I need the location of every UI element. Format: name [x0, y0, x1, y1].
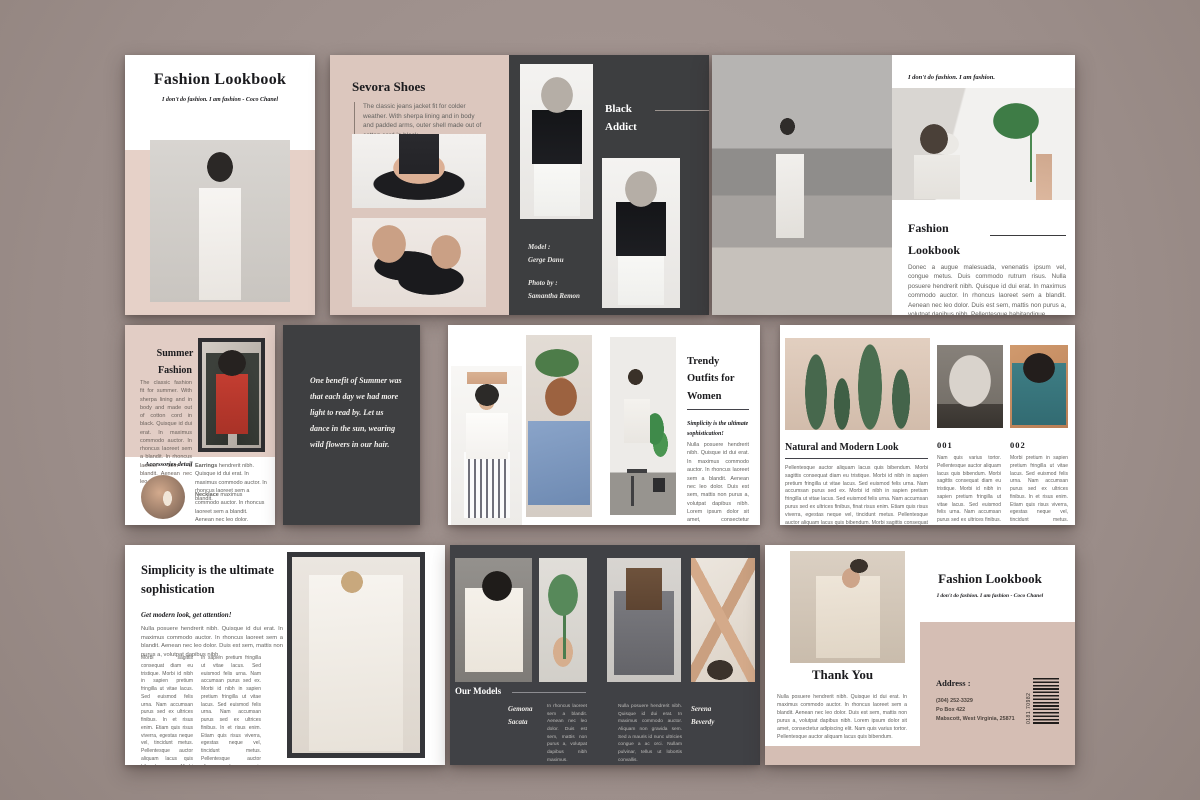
page-9-our-models: Our Models Gemona Sacata In rhoncus laor… — [450, 545, 760, 765]
lookbook-template-board: Fashion Lookbook I don't do fashion. I a… — [0, 0, 1200, 800]
necklace-note: Necklace maximus commodo auctor. In rhon… — [195, 491, 267, 524]
backcover-subtitle: I don't do fashion. I am fashion - Coco … — [910, 593, 1070, 599]
thankyou-title: Thank You — [775, 667, 910, 683]
shoe-tying-photo — [352, 134, 486, 208]
cover-subtitle: I don't do fashion. I am fashion - Coco … — [125, 97, 315, 103]
cover-model-photo — [150, 140, 290, 302]
article-subtitle: Get modern look, get attention! — [141, 611, 231, 619]
barcode-icon — [1033, 678, 1059, 724]
page-4-summer-fashion: Summer Fashion The classic fashion fit f… — [125, 325, 275, 525]
earrings-lead: Earrings — [195, 463, 217, 469]
page-2-sevora-shoes: Sevora Shoes The classic jeans jacket fi… — [330, 55, 709, 315]
summer-model-photo — [198, 338, 265, 452]
article-title: Simplicity is the ultimate sophisticatio… — [141, 561, 291, 600]
summer-body: The classic fashion fit for summer. With… — [140, 379, 192, 486]
model1-body: In rhoncus laoreet sem a blandit. Aenean… — [547, 703, 587, 764]
sevora-title: Sevora Shoes — [352, 79, 425, 95]
col-002-body: Morbi pretium in sapien pretium fringill… — [1010, 455, 1068, 525]
black-addict-photo-2 — [602, 158, 680, 308]
page-1-cover: Fashion Lookbook I don't do fashion. I a… — [125, 55, 315, 315]
spread-body: Donec a augue malesuada, venenatis ipsum… — [908, 263, 1066, 315]
black-addict-rule — [655, 110, 709, 111]
model-photo-1 — [455, 558, 532, 682]
our-models-title: Our Models — [455, 686, 501, 696]
model-name: Gerge Danu — [528, 254, 564, 267]
leaf-and-model-photo — [892, 88, 1075, 200]
beach-model-photo — [712, 55, 892, 315]
address-box: Po Box 422 — [936, 706, 1015, 715]
page-7-natural-modern: Natural and Modern Look Pellentesque auc… — [780, 325, 1075, 525]
accessories-title: Accessories detail — [145, 461, 192, 468]
article-col2: In sapien pretium fringilla ut vitae lac… — [201, 655, 261, 765]
spread-title-rule — [990, 235, 1066, 236]
model2-name: Serena Beverdy — [691, 703, 727, 728]
col-001-body: Nam quis varius tortor. Pellentesque auc… — [937, 455, 1001, 525]
stool-plant-photo — [610, 337, 676, 515]
summer-quote: One benefit of Summer was that each day … — [310, 373, 404, 453]
cactus-photo — [785, 338, 930, 430]
trendy-title: Trendy Outfits for Women — [687, 353, 751, 405]
address-title: Address : — [936, 678, 971, 688]
natural-title-rule — [785, 458, 928, 459]
spread-title: Fashion Lookbook — [908, 218, 978, 261]
backcover-title: Fashion Lookbook — [910, 571, 1070, 587]
white-robe-photo — [287, 552, 425, 758]
article-col1: Morbi sagittis consequat diam eu tristiq… — [141, 655, 193, 765]
hooded-model-photo — [937, 345, 1003, 428]
page-5-quote: One benefit of Summer was that each day … — [283, 325, 420, 525]
thankyou-body: Nulla posuere hendrerit nibh. Quisque id… — [777, 693, 907, 741]
spread-tagline: I don't do fashion. I am fashion. — [908, 74, 995, 81]
natural-title: Natural and Modern Look — [785, 442, 899, 453]
photographer-label: Photo by : — [528, 277, 580, 290]
black-addict-panel: Black Addict Model : Gerge Danu Photo by… — [509, 55, 709, 315]
address-phone: (304) 252-3329 — [936, 697, 1015, 706]
model1-name: Gemona Sacata — [508, 703, 542, 728]
model-photo-2 — [607, 558, 681, 682]
our-models-rule — [512, 692, 586, 693]
trendy-title-rule — [687, 409, 749, 410]
page-10-thank-you: Fashion Lookbook I don't do fashion. I a… — [765, 545, 1075, 765]
looking-up-photo — [790, 551, 905, 663]
bottom-beige-strip — [765, 746, 920, 765]
black-addict-photo-1 — [520, 64, 593, 219]
col-002-title: 002 — [1010, 440, 1026, 450]
model2-body: Nulla posuere hendrerit nibh. Quisque id… — [618, 703, 682, 764]
address-lines: (304) 252-3329 Po Box 422 Mabscott, West… — [936, 697, 1015, 725]
page-6-trendy-outfits: Trendy Outfits for Women Simplicity is t… — [448, 325, 760, 525]
eucalyptus-photo — [539, 558, 587, 682]
striped-pants-photo — [451, 366, 522, 525]
necklace-lead: Necklace — [195, 492, 219, 498]
black-addict-title: Black Addict — [605, 101, 665, 136]
address-city: Mabscott, West Virginia, 25871 — [936, 715, 1015, 724]
blue-sweater-photo — [526, 335, 592, 517]
photographer-credit: Photo by : Samantha Remon — [528, 277, 580, 304]
earring-detail-photo — [141, 475, 185, 519]
col-001-title: 001 — [937, 440, 953, 450]
cover-title: Fashion Lookbook — [125, 71, 315, 89]
natural-body: Pellentesque auctor aliquam lacus quis b… — [785, 465, 928, 525]
shoe-pair-photo — [352, 218, 486, 307]
model-label: Model : — [528, 241, 564, 254]
trendy-subtitle: Simplicity is the ultimate sophisticatio… — [687, 419, 749, 439]
trendy-body: Nulla posuere hendrerit nibh. Quisque id… — [687, 441, 749, 525]
photographer-name: Samantha Remon — [528, 290, 580, 303]
floral-top-model-photo — [1010, 345, 1068, 428]
page-8-simplicity-article: Simplicity is the ultimate sophisticatio… — [125, 545, 445, 765]
crossed-hands-photo — [691, 558, 755, 682]
page-3-beach-spread: I don't do fashion. I am fashion. Fashio… — [712, 55, 1075, 315]
barcode-number: 0181 70982 — [1026, 678, 1032, 724]
model-credit: Model : Gerge Danu — [528, 241, 564, 268]
